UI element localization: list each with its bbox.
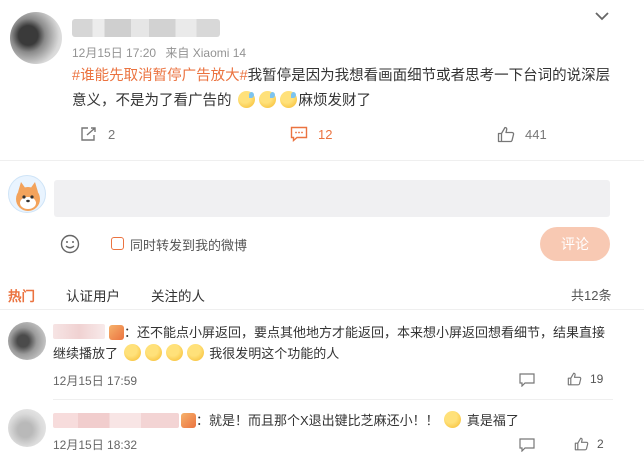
comment-body: ：就是！而且那个X退出键比芝麻还小！！ bbox=[196, 413, 439, 428]
smile-icon[interactable] bbox=[60, 234, 80, 254]
divider bbox=[0, 309, 644, 310]
like-icon bbox=[567, 372, 582, 386]
comment-text: ：还不能点小屏返回，要点其他地方才能返回，本来想小屏返回想看细节，结果直接继续播… bbox=[53, 322, 613, 364]
post-date[interactable]: 12月15日 17:20 bbox=[72, 46, 156, 60]
chevron-down-icon[interactable] bbox=[594, 10, 610, 22]
author-avatar[interactable] bbox=[10, 12, 62, 64]
my-avatar bbox=[8, 175, 46, 213]
like-button[interactable]: 441 bbox=[497, 126, 547, 143]
comment-total: 共12条 bbox=[571, 288, 612, 303]
comment-like-count: 19 bbox=[590, 372, 604, 386]
comment-body-tail: 我很发明这个功能的人 bbox=[209, 346, 340, 361]
divider bbox=[53, 399, 613, 400]
reply-icon[interactable] bbox=[519, 373, 535, 387]
comment-button[interactable]: 12 bbox=[290, 126, 332, 142]
like-icon bbox=[497, 126, 515, 143]
author-name-blurred[interactable] bbox=[72, 19, 220, 37]
repost-count: 2 bbox=[108, 126, 116, 142]
emoji-icon bbox=[123, 344, 141, 361]
sweat-emoji-icon bbox=[237, 91, 255, 108]
commenter-avatar[interactable] bbox=[8, 322, 46, 360]
comment-text: ：就是！而且那个X退出键比芝麻还小！！ 真是福了 bbox=[53, 410, 613, 431]
comment-time: 12月15日 17:59 bbox=[53, 374, 138, 388]
commenter-avatar[interactable] bbox=[8, 409, 46, 447]
comment-time: 12月15日 18:32 bbox=[53, 438, 138, 452]
comment-icon bbox=[290, 126, 308, 142]
post-meta: 12月15日 17:20 来自 Xiaomi 14 bbox=[72, 44, 246, 61]
like-icon bbox=[574, 437, 589, 451]
tab-following[interactable]: 关注的人 bbox=[151, 285, 205, 305]
post-body-tail: 麻烦发财了 bbox=[298, 93, 372, 109]
divider bbox=[0, 160, 644, 161]
emoji-icon bbox=[144, 344, 162, 361]
comment-like-count: 2 bbox=[597, 437, 604, 451]
fan-badge-icon bbox=[109, 325, 124, 340]
comment-count: 12 bbox=[318, 126, 333, 142]
submit-comment-button[interactable]: 评论 bbox=[540, 227, 610, 261]
like-count: 441 bbox=[525, 127, 547, 142]
comment-input[interactable] bbox=[54, 180, 610, 217]
repost-icon bbox=[81, 127, 96, 141]
forward-checkbox-label[interactable]: 同时转发到我的微博 bbox=[130, 235, 247, 254]
topic-link[interactable]: #谁能先取消暂停广告放大# bbox=[72, 68, 248, 84]
comment-like-button[interactable]: 2 bbox=[574, 437, 604, 451]
fan-badge-icon bbox=[181, 413, 196, 428]
forward-checkbox[interactable] bbox=[111, 237, 124, 250]
tab-hot[interactable]: 热门 bbox=[8, 285, 35, 305]
tab-verified-users[interactable]: 认证用户 bbox=[66, 285, 120, 305]
reply-icon[interactable] bbox=[519, 438, 535, 452]
comment-like-button[interactable]: 19 bbox=[567, 372, 603, 386]
emoji-icon bbox=[165, 344, 183, 361]
emoji-icon bbox=[186, 344, 204, 361]
emoji-icon bbox=[444, 411, 462, 428]
post-body: #谁能先取消暂停广告放大#我暂停是因为我想看画面细节或者思考一下台词的说深层意义… bbox=[72, 64, 620, 114]
sweat-emoji-icon bbox=[279, 91, 297, 108]
post-source: 来自 Xiaomi 14 bbox=[165, 46, 247, 60]
comment-body-tail: 真是福了 bbox=[466, 413, 519, 428]
sweat-emoji-icon bbox=[258, 91, 276, 108]
repost-button[interactable]: 2 bbox=[80, 126, 115, 142]
